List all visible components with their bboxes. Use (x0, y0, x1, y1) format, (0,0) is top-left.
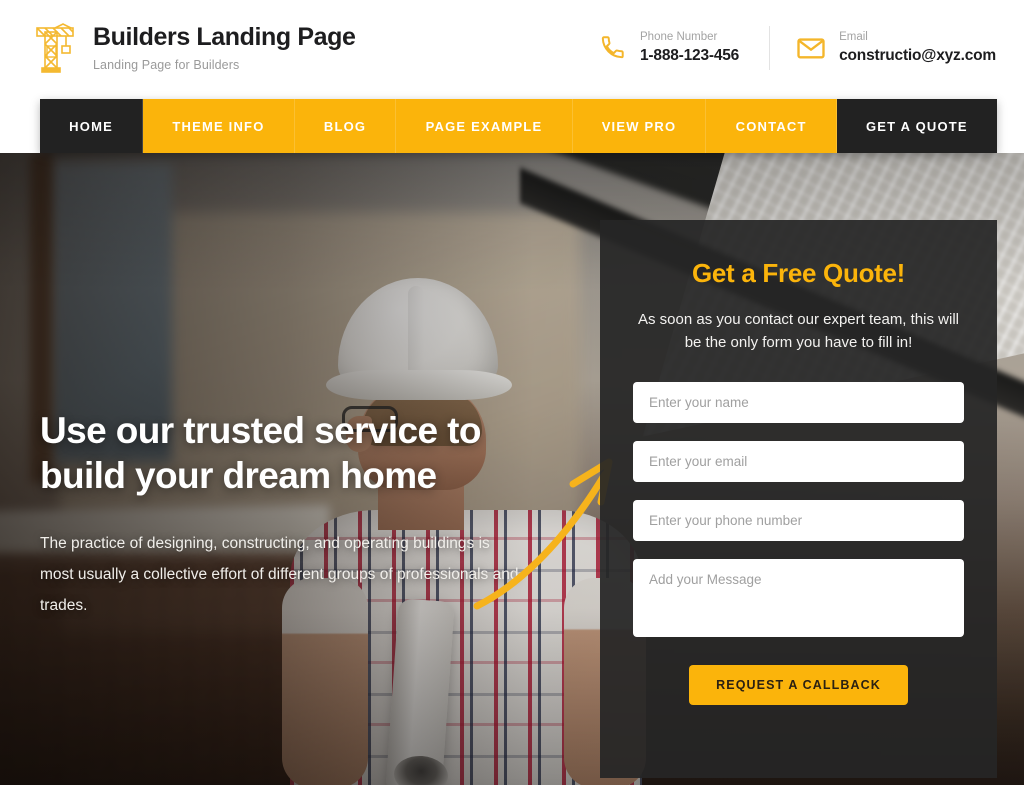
header-contact-divider (769, 26, 771, 70)
name-input[interactable] (633, 381, 964, 423)
phone-icon (597, 33, 627, 63)
tower-crane-icon (33, 22, 77, 74)
header-email[interactable]: Email constructio@xyz.com (796, 31, 996, 66)
nav-item-view-pro[interactable]: VIEW PRO (572, 99, 707, 153)
nav-item-theme-info[interactable]: THEME INFO (143, 99, 295, 153)
nav-item-contact[interactable]: CONTACT (706, 99, 837, 153)
brand-subtitle: Landing Page for Builders (93, 57, 240, 72)
phone-value: 1-888-123-456 (640, 47, 740, 65)
phone-input[interactable] (633, 499, 964, 541)
hero-paragraph: The practice of designing, constructing,… (40, 535, 519, 615)
header-contacts: Phone Number 1-888-123-456 Email constru… (597, 26, 1024, 70)
quote-form-panel: Get a Free Quote! As soon as you contact… (600, 220, 997, 778)
quote-form-title: Get a Free Quote! (691, 258, 906, 288)
brand-text: Builders Landing Page Landing Page for B… (93, 23, 356, 72)
email-meta: Email constructio@xyz.com (839, 31, 996, 66)
main-navigation: HOME THEME INFO BLOG PAGE EXAMPLE VIEW PRO CO… (40, 99, 997, 153)
email-label: Email (839, 30, 868, 43)
envelope-icon (796, 33, 826, 63)
brand-title: Builders Landing Page (93, 23, 356, 52)
request-callback-button[interactable]: REQUEST A CALLBACK (689, 664, 908, 705)
hero-copy: Use our trusted service to build your dr… (40, 408, 540, 621)
quote-form-subtitle: As soon as you contact our expert team, … (638, 311, 959, 352)
site-header: Builders Landing Page Landing Page for B… (0, 0, 1024, 96)
nav-item-page-example[interactable]: PAGE EXAMPLE (396, 99, 573, 153)
hero-heading: Use our trusted service to build your dr… (40, 410, 481, 497)
nav-item-blog[interactable]: BLOG (294, 99, 397, 153)
email-input[interactable] (633, 440, 964, 482)
phone-meta: Phone Number 1-888-123-456 (640, 31, 739, 66)
message-textarea[interactable] (633, 558, 964, 637)
nav-item-home[interactable]: HOME (40, 99, 144, 153)
phone-label: Phone Number (640, 30, 718, 43)
header-phone[interactable]: Phone Number 1-888-123-456 (597, 31, 739, 66)
email-value: constructio@xyz.com (839, 47, 996, 65)
brand[interactable]: Builders Landing Page Landing Page for B… (0, 22, 356, 74)
submit-row: REQUEST A CALLBACK (633, 664, 964, 705)
landing-page: Builders Landing Page Landing Page for B… (0, 0, 1024, 785)
nav-item-get-a-quote[interactable]: GET A QUOTE (836, 99, 997, 153)
